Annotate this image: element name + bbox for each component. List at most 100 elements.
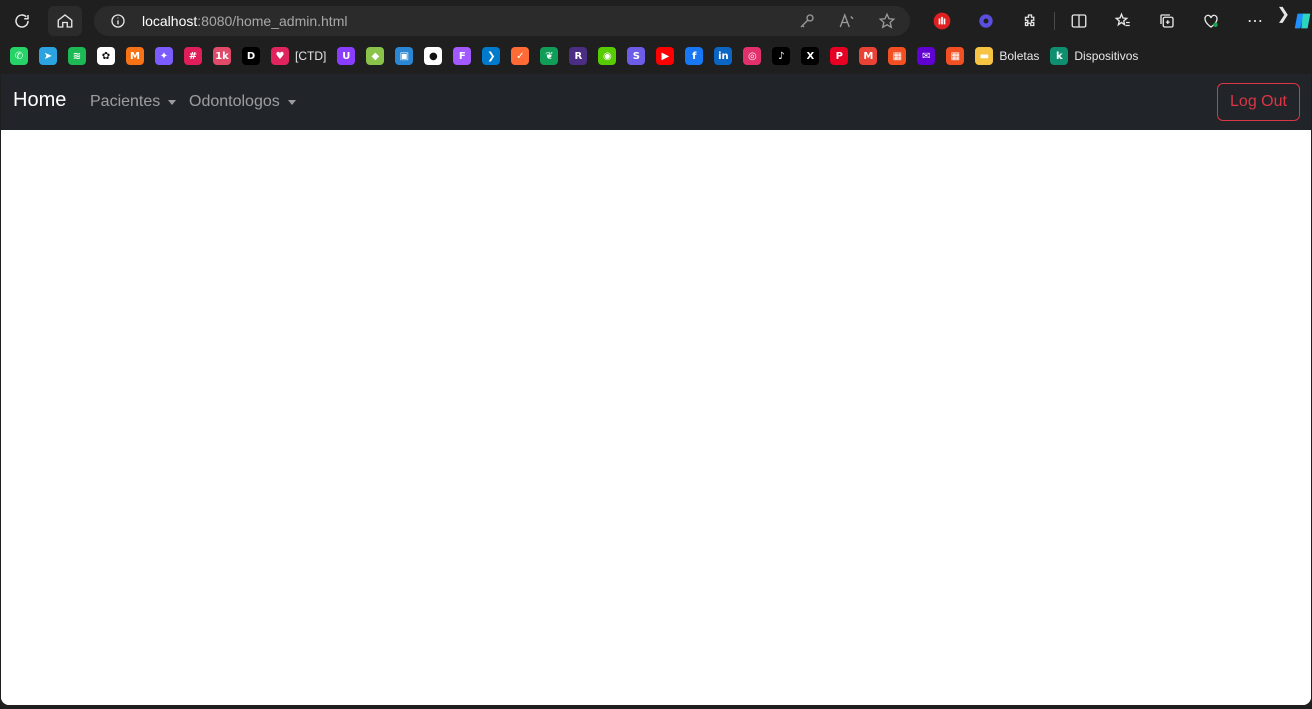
- settings-gear-icon[interactable]: [968, 4, 1004, 38]
- folder-icon: ▬: [975, 47, 994, 65]
- caret-down-icon: [287, 99, 296, 105]
- bookmark-item[interactable]: in: [714, 44, 733, 68]
- bookmark-item[interactable]: ➤: [39, 44, 57, 68]
- mail-icon: ✉: [917, 47, 936, 65]
- bookmark-item[interactable]: ▦: [946, 44, 965, 68]
- caret-down-icon: [168, 99, 177, 105]
- bookmark-item[interactable]: k Dispositivos: [1050, 44, 1138, 68]
- bookmark-item[interactable]: ≋: [68, 44, 86, 68]
- slack-icon: #: [184, 47, 202, 65]
- gmail-icon: M: [859, 47, 878, 65]
- collections-icon[interactable]: [1149, 4, 1185, 38]
- tiktok-icon: ♪: [772, 47, 791, 65]
- bookmark-item[interactable]: ▬ Boletas: [975, 44, 1039, 68]
- favorites-icon[interactable]: [1105, 4, 1141, 38]
- bookmark-item[interactable]: ▣: [395, 44, 414, 68]
- r-icon: R: [569, 47, 588, 65]
- toolbar-right-icons: ⋯: [924, 4, 1312, 38]
- bookmark-item[interactable]: ✿: [97, 44, 115, 68]
- bookmark-item[interactable]: S: [627, 44, 646, 68]
- nav-dropdown-pacientes[interactable]: Pacientes: [90, 93, 177, 111]
- bookmarks-bar: ✆ ➤ ≋ ✿ M ✦ #1k D ♥ [CTD] U ◆ ▣ ● F ❯ ✓ ❦ R ◉ S ▶ f in ◎ ♪ X P M ▦ ✉ ▦ ▬…: [0, 42, 1312, 70]
- sparkle-icon: ✦: [155, 47, 173, 65]
- bookmark-label: Boletas: [999, 49, 1040, 63]
- figma-icon: F: [453, 47, 472, 65]
- web-page: Home Pacientes Odontologos Log Out: [1, 74, 1311, 705]
- read-aloud-icon[interactable]: [838, 12, 856, 30]
- refresh-icon[interactable]: [5, 6, 39, 36]
- bookmark-item[interactable]: ◉: [598, 44, 617, 68]
- bookmark-item[interactable]: M: [859, 44, 878, 68]
- window-icon: ▣: [395, 47, 414, 65]
- youtube-icon: ▶: [656, 47, 675, 65]
- toolbar-divider: [1054, 12, 1055, 30]
- linkedin-icon: in: [714, 47, 733, 65]
- bookmark-item[interactable]: ❦: [540, 44, 559, 68]
- bookmark-item[interactable]: R: [569, 44, 588, 68]
- k-icon: k: [1050, 47, 1069, 65]
- nav-dropdown-odontologos[interactable]: Odontologos: [189, 93, 296, 111]
- info-icon[interactable]: [110, 13, 126, 29]
- address-bar[interactable]: localhost:8080/home_admin.html: [94, 6, 910, 36]
- microsoft-icon-2: ▦: [946, 47, 965, 65]
- more-options-icon[interactable]: ⋯: [1237, 4, 1273, 38]
- bookmark-item[interactable]: ♥ [CTD]: [271, 44, 326, 68]
- bookmark-label: [CTD]: [295, 49, 327, 63]
- browser-essentials-icon[interactable]: [1193, 4, 1229, 38]
- bookmark-label: Dispositivos: [1074, 49, 1139, 63]
- bookmark-item[interactable]: ✓: [511, 44, 530, 68]
- 1k-plus-icon: 1k: [213, 47, 231, 65]
- logout-button[interactable]: Log Out: [1217, 83, 1300, 121]
- bookmark-item[interactable]: ✆: [10, 44, 28, 68]
- chatgpt-icon: ✿: [97, 47, 115, 65]
- bookmark-item[interactable]: ✉: [917, 44, 936, 68]
- page-content: [1, 130, 1311, 705]
- url-text[interactable]: localhost:8080/home_admin.html: [142, 13, 347, 29]
- bookmark-item[interactable]: ▦: [888, 44, 907, 68]
- bookmark-item[interactable]: 1k: [213, 44, 231, 68]
- nav-label: Pacientes: [90, 93, 161, 110]
- key-icon[interactable]: [798, 12, 816, 30]
- orange-circle-icon: ✓: [511, 47, 530, 65]
- bookmark-item[interactable]: ●: [424, 44, 443, 68]
- bookmark-item[interactable]: ◆: [366, 44, 385, 68]
- telegram-icon: ➤: [39, 47, 57, 65]
- diamond-icon: ◆: [366, 47, 385, 65]
- bookmark-item[interactable]: f: [685, 44, 704, 68]
- facebook-icon: f: [685, 47, 704, 65]
- bookmark-item[interactable]: U: [337, 44, 356, 68]
- whatsapp-icon: ✆: [10, 47, 28, 65]
- browser-window: localhost:8080/home_admin.html ⋯ ✆ ➤ ≋ ✿ M ✦ #…: [0, 0, 1312, 709]
- extensions-icon[interactable]: [1012, 4, 1048, 38]
- bookmark-item[interactable]: P: [830, 44, 849, 68]
- bookmark-item[interactable]: ✦: [155, 44, 173, 68]
- nav-label: Odontologos: [189, 93, 280, 110]
- github-icon: ●: [424, 47, 443, 65]
- ctd-icon: ♥: [271, 47, 289, 65]
- navbar-brand-home[interactable]: Home: [13, 89, 66, 112]
- home-icon[interactable]: [48, 6, 82, 36]
- s-icon: S: [627, 47, 646, 65]
- bookmark-item[interactable]: X: [801, 44, 820, 68]
- bookmark-item[interactable]: M: [126, 44, 144, 68]
- vscode-icon: ❯: [482, 47, 501, 65]
- m-logo-icon: M: [126, 47, 144, 65]
- stop-hand-icon[interactable]: [924, 4, 960, 38]
- duolingo-icon: ◉: [598, 47, 617, 65]
- bookmark-item[interactable]: D: [242, 44, 260, 68]
- bookmark-item[interactable]: ❯: [482, 44, 501, 68]
- bookmark-item[interactable]: ◎: [743, 44, 762, 68]
- favorite-star-icon[interactable]: [878, 12, 896, 30]
- microsoft-icon: ▦: [888, 47, 907, 65]
- chevron-right-icon[interactable]: ❯: [1277, 4, 1290, 24]
- bookmark-item[interactable]: ♪: [772, 44, 791, 68]
- green-leaf-icon: ❦: [540, 47, 559, 65]
- purple-u-icon: U: [337, 47, 356, 65]
- instagram-icon: ◎: [743, 47, 762, 65]
- split-screen-icon[interactable]: [1061, 4, 1097, 38]
- site-navbar: Home Pacientes Odontologos Log Out: [1, 74, 1311, 130]
- bookmark-item[interactable]: #: [184, 44, 202, 68]
- spotify-icon: ≋: [68, 47, 86, 65]
- bookmark-item[interactable]: F: [453, 44, 472, 68]
- bookmark-item[interactable]: ▶: [656, 44, 675, 68]
